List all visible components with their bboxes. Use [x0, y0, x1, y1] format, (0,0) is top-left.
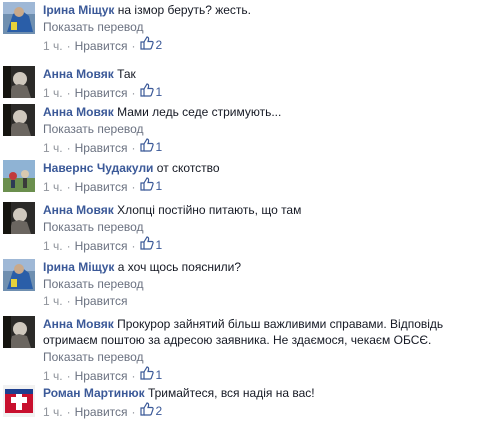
comment-body: Анна Мовяк Хлопці постійно питають, що т…: [43, 202, 478, 254]
thumbs-up-icon: [139, 138, 156, 156]
comment-body: Анна Мовяк Так 1 ч. · Нравится · 1: [43, 66, 478, 101]
comment-author[interactable]: Анна Мовяк: [43, 67, 114, 81]
comment-text: на ізмор беруть? жесть.: [117, 3, 252, 17]
thumbs-up-icon: [139, 177, 156, 195]
comment-text: Мами ледь седе стримують...: [117, 105, 282, 119]
comment-line: Ірина Міщук а хоч щось пояснили?: [43, 259, 478, 275]
like-count[interactable]: 1: [139, 138, 163, 156]
like-count-number: 1: [155, 179, 163, 193]
thumbs-up-icon: [139, 83, 156, 101]
comment-time[interactable]: 1 ч.: [43, 405, 63, 419]
thumbs-up-icon: [139, 236, 156, 254]
like-button[interactable]: Нравится: [75, 369, 128, 383]
avatar[interactable]: [3, 2, 35, 34]
comment-time[interactable]: 1 ч.: [43, 180, 63, 194]
like-count-number: 1: [155, 238, 163, 252]
avatar[interactable]: [3, 385, 35, 417]
like-count-number: 1: [155, 140, 163, 154]
like-count-number: 1: [155, 85, 163, 99]
comment-body: Ірина Міщук а хоч щось пояснили? Показать…: [43, 259, 478, 309]
comment-meta: 1 ч. · Нравится · 1: [43, 236, 163, 254]
comment-body: Анна Мовяк Мами ледь седе стримують... По…: [43, 104, 478, 156]
comment-time[interactable]: 1 ч.: [43, 86, 63, 100]
comment-text: Тримайтеся, вся надія на вас!: [147, 386, 315, 400]
comment-body: Ірина Міщук на ізмор беруть? жесть. Показ…: [43, 2, 478, 54]
avatar[interactable]: [3, 316, 35, 348]
comment-meta: 1 ч. · Нравится · 1: [43, 366, 163, 384]
comment-text: а хоч щось пояснили?: [117, 260, 242, 274]
comment-meta: 1 ч. · Нравится: [43, 294, 128, 308]
like-count[interactable]: 1: [139, 236, 163, 254]
like-button[interactable]: Нравится: [75, 86, 128, 100]
like-count[interactable]: 2: [139, 36, 163, 54]
comment-time[interactable]: 1 ч.: [43, 239, 63, 253]
avatar[interactable]: [3, 160, 35, 192]
comment-time[interactable]: 1 ч.: [43, 369, 63, 383]
like-count-number: 1: [155, 368, 163, 382]
comment-meta: 1 ч. · Нравится · 2: [43, 36, 163, 54]
comment-meta: 1 ч. · Нравится · 1: [43, 83, 163, 101]
avatar[interactable]: [3, 202, 35, 234]
comment-line: Роман Мартинюк Тримайтеся, вся надія на …: [43, 385, 478, 401]
comment-time[interactable]: 1 ч.: [43, 294, 63, 308]
comment-line: Навернс Чудакули от скотство: [43, 160, 478, 176]
comment-line: Анна Мовяк Прокурор зайнятий більш важли…: [43, 316, 478, 348]
like-count[interactable]: 2: [139, 402, 163, 420]
avatar[interactable]: [3, 104, 35, 136]
like-button[interactable]: Нравится: [75, 239, 128, 253]
like-button[interactable]: Нравится: [75, 405, 128, 419]
comment-author[interactable]: Роман Мартинюк: [43, 386, 145, 400]
comment-meta: 1 ч. · Нравится · 1: [43, 138, 163, 156]
avatar[interactable]: [3, 66, 35, 98]
like-count-number: 2: [155, 38, 163, 52]
comment-time[interactable]: 1 ч.: [43, 39, 63, 53]
comment-text: от скотство: [156, 161, 220, 175]
comment-text: Так: [117, 67, 136, 81]
comment-author[interactable]: Анна Мовяк: [43, 203, 114, 217]
like-count[interactable]: 1: [139, 366, 163, 384]
comment-author[interactable]: Ірина Міщук: [43, 3, 114, 17]
show-translation-link[interactable]: Показать перевод: [43, 121, 478, 137]
comment-line: Анна Мовяк Хлопці постійно питають, що т…: [43, 202, 478, 218]
show-translation-link[interactable]: Показать перевод: [43, 276, 478, 292]
like-button[interactable]: Нравится: [75, 141, 128, 155]
comment-author[interactable]: Ірина Міщук: [43, 260, 114, 274]
like-button[interactable]: Нравится: [75, 180, 128, 194]
show-translation-link[interactable]: Показать перевод: [43, 19, 478, 35]
like-count-number: 2: [155, 404, 163, 418]
comment-body: Анна Мовяк Прокурор зайнятий більш важли…: [43, 316, 478, 384]
like-count[interactable]: 1: [139, 83, 163, 101]
comment-line: Анна Мовяк Мами ледь седе стримують...: [43, 104, 478, 120]
like-count[interactable]: 1: [139, 177, 163, 195]
show-translation-link[interactable]: Показать перевод: [43, 219, 478, 235]
thumbs-up-icon: [139, 402, 156, 420]
like-button[interactable]: Нравится: [75, 39, 128, 53]
comment-author[interactable]: Анна Мовяк: [43, 105, 114, 119]
thumbs-up-icon: [139, 366, 156, 384]
comment-line: Анна Мовяк Так: [43, 66, 478, 82]
thumbs-up-icon: [139, 36, 156, 54]
comment-time[interactable]: 1 ч.: [43, 141, 63, 155]
comment-body: Роман Мартинюк Тримайтеся, вся надія на …: [43, 385, 478, 420]
comment-meta: 1 ч. · Нравится · 2: [43, 402, 163, 420]
comment-author[interactable]: Анна Мовяк: [43, 317, 114, 331]
comment-text: Хлопці постійно питають, що там: [117, 203, 302, 217]
comment-body: Навернс Чудакули от скотство 1 ч. · Нравитс…: [43, 160, 478, 195]
comment-author[interactable]: Навернс Чудакули: [43, 161, 153, 175]
avatar[interactable]: [3, 259, 35, 291]
like-button[interactable]: Нравится: [75, 294, 128, 308]
comment-meta: 1 ч. · Нравится · 1: [43, 177, 163, 195]
comment-line: Ірина Міщук на ізмор беруть? жесть.: [43, 2, 478, 18]
show-translation-link[interactable]: Показать перевод: [43, 349, 478, 365]
